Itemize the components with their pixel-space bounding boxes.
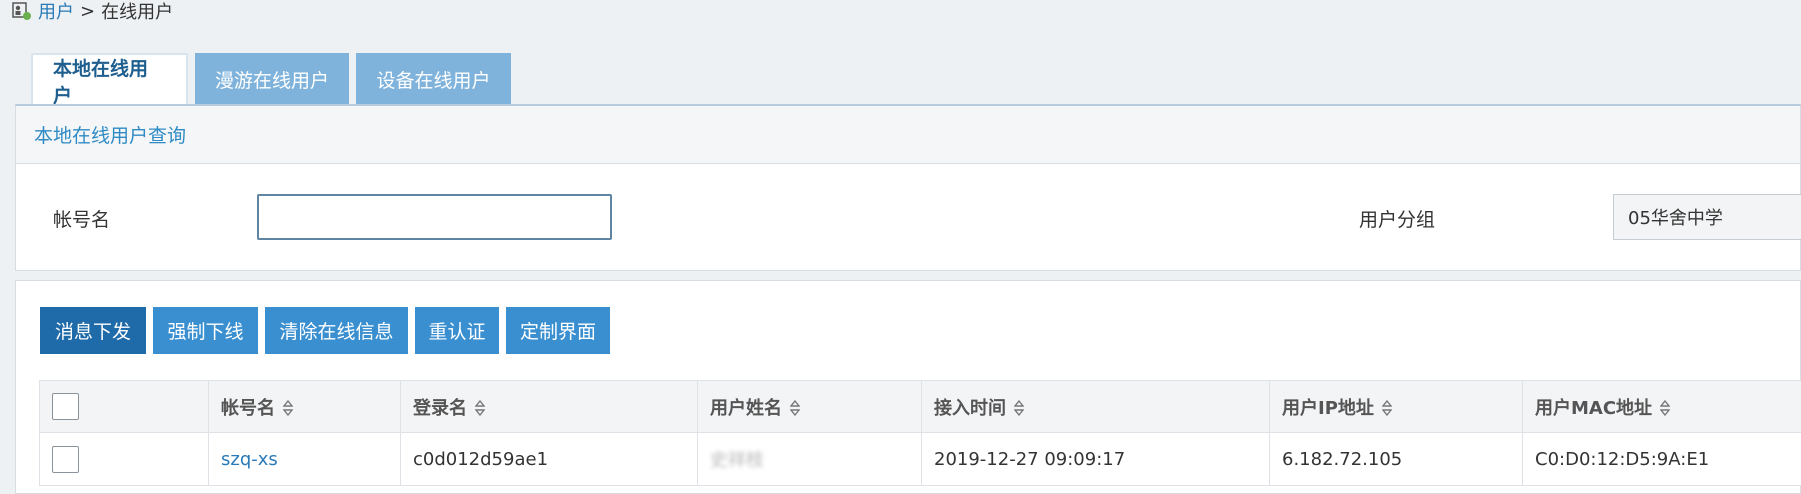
- select-all-checkbox[interactable]: [52, 393, 79, 420]
- table-row: szq-xs c0d012d59ae1 史祥枝 2019-12-27 09:09…: [39, 432, 1801, 486]
- force-offline-button[interactable]: 强制下线: [153, 307, 258, 354]
- ip-cell: 6.182.72.105: [1269, 432, 1523, 486]
- account-name-input[interactable]: [257, 194, 612, 240]
- select-all-cell: [39, 380, 209, 433]
- tab-device-online-users[interactable]: 设备在线用户: [356, 53, 511, 105]
- row-checkbox[interactable]: [52, 445, 79, 473]
- column-header-access-time[interactable]: 接入时间: [921, 380, 1270, 433]
- user-group-icon: [12, 1, 32, 21]
- breadcrumb-parent-link[interactable]: 用户: [38, 0, 74, 24]
- sort-icon[interactable]: [1381, 399, 1392, 416]
- column-header-user-name[interactable]: 用户姓名: [697, 380, 922, 433]
- row-select-cell: [39, 432, 209, 486]
- column-header-ip[interactable]: 用户IP地址: [1269, 380, 1523, 433]
- mac-cell: C0:D0:12:D5:9A:E1: [1522, 432, 1801, 486]
- user-group-label: 用户分组: [1359, 209, 1436, 231]
- tab-bar: 本地在线用户 漫游在线用户 设备在线用户: [31, 53, 518, 107]
- breadcrumb-current: 在线用户: [101, 2, 174, 23]
- account-link[interactable]: szq-xs: [221, 449, 278, 470]
- access-time-cell: 2019-12-27 09:09:17: [921, 432, 1270, 486]
- user-group-selected-value: 05华舍中学: [1628, 208, 1723, 229]
- login-cell: c0d012d59ae1: [400, 432, 698, 486]
- sort-icon[interactable]: [790, 399, 800, 416]
- query-panel: 本地在线用户查询 帐号名 用户分组 05华舍中学: [15, 104, 1801, 271]
- reauthenticate-button[interactable]: 重认证: [415, 307, 499, 354]
- breadcrumb-separator: >: [80, 0, 96, 22]
- column-header-account[interactable]: 帐号名: [208, 380, 401, 433]
- sort-icon[interactable]: [1014, 399, 1024, 416]
- column-header-login[interactable]: 登录名: [400, 380, 698, 433]
- send-message-button[interactable]: 消息下发: [40, 307, 146, 354]
- query-panel-title: 本地在线用户查询: [16, 106, 1800, 164]
- online-users-table: 帐号名 登录名 用户姓名 接入时间 用户IP地址 用户MAC地址 szq-xs …: [39, 380, 1801, 486]
- results-panel: 消息下发 强制下线 清除在线信息 重认证 定制界面 帐号名 登录名 用户姓名 接…: [15, 280, 1801, 494]
- user-name-cell: 史祥枝: [697, 432, 922, 486]
- account-cell: szq-xs: [208, 432, 401, 486]
- tab-local-online-users[interactable]: 本地在线用户: [31, 53, 188, 107]
- table-header-row: 帐号名 登录名 用户姓名 接入时间 用户IP地址 用户MAC地址: [39, 380, 1801, 433]
- clear-online-info-button[interactable]: 清除在线信息: [265, 307, 408, 354]
- user-name-value: 史祥枝: [710, 450, 764, 471]
- account-name-label: 帐号名: [53, 209, 111, 231]
- customize-view-button[interactable]: 定制界面: [506, 307, 610, 354]
- sort-icon[interactable]: [475, 399, 485, 416]
- breadcrumb: 用户 > 在线用户: [12, 0, 174, 24]
- sort-icon[interactable]: [283, 399, 293, 416]
- sort-icon[interactable]: [1660, 399, 1671, 416]
- tab-roaming-online-users[interactable]: 漫游在线用户: [195, 53, 349, 105]
- user-group-select[interactable]: 05华舍中学: [1613, 194, 1801, 240]
- column-header-mac[interactable]: 用户MAC地址: [1522, 380, 1801, 433]
- action-toolbar: 消息下发 强制下线 清除在线信息 重认证 定制界面: [40, 307, 617, 354]
